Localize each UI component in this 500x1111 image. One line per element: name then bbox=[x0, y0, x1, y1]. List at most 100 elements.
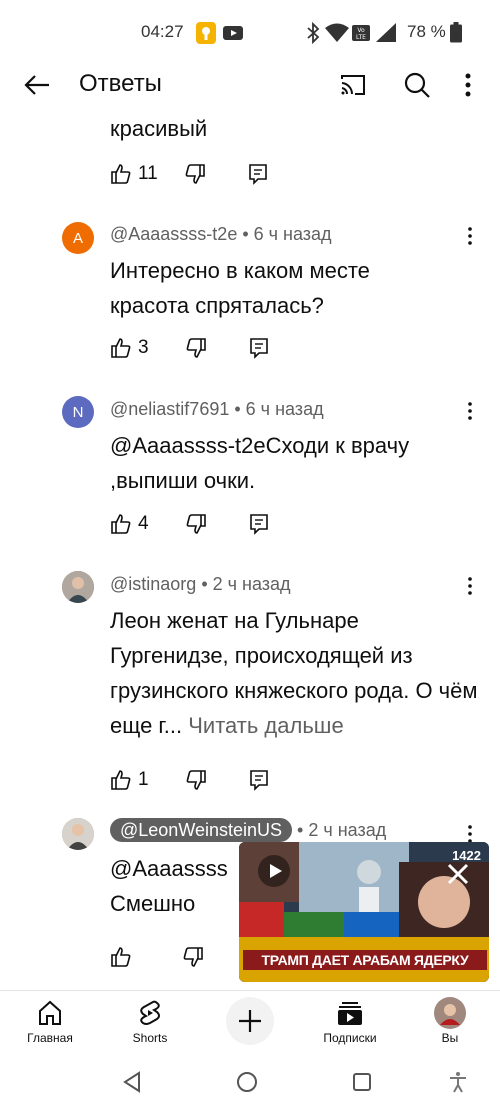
back-arrow-icon[interactable] bbox=[22, 70, 52, 100]
subscriptions-icon bbox=[338, 1002, 362, 1025]
wifi-icon bbox=[325, 22, 349, 49]
reply-comment-icon bbox=[249, 514, 268, 535]
user-photo-icon bbox=[62, 818, 94, 850]
thumb-down-icon bbox=[186, 338, 206, 358]
nav-subscriptions[interactable]: Подписки bbox=[310, 991, 390, 1055]
video-title-caption: ТРАМП ДАЕТ АРАБАМ ЯДЕРКУ bbox=[243, 950, 487, 970]
create-plus-icon bbox=[239, 1010, 261, 1032]
avatar[interactable]: N bbox=[62, 396, 94, 428]
comment-actions: 3 bbox=[110, 334, 269, 362]
thumb-up-icon bbox=[111, 338, 131, 358]
play-icon[interactable] bbox=[257, 854, 291, 888]
dislike-button[interactable] bbox=[182, 946, 204, 968]
thumb-down-icon bbox=[183, 947, 203, 967]
like-button[interactable]: 4 bbox=[110, 513, 149, 535]
nav-home[interactable]: Главная bbox=[10, 991, 90, 1055]
like-button[interactable]: 3 bbox=[110, 337, 149, 359]
comment-more-icon[interactable] bbox=[462, 224, 478, 248]
reply-comment-icon bbox=[249, 770, 268, 791]
thumb-down-icon bbox=[185, 164, 205, 184]
like-count: 11 bbox=[138, 163, 158, 184]
reply-button[interactable] bbox=[249, 337, 269, 359]
comment-author[interactable]: @Aaaassss-t2e bbox=[110, 224, 237, 244]
nav-label: Подписки bbox=[323, 1031, 377, 1045]
battery-percent: 78 % bbox=[407, 22, 446, 41]
home-nav-icon[interactable] bbox=[235, 1070, 259, 1094]
comment-text: Леон женат на Гульнаре Гургенидзе, проис… bbox=[110, 603, 480, 743]
reply-button[interactable] bbox=[249, 769, 269, 791]
nav-you[interactable]: Вы bbox=[410, 991, 490, 1055]
like-count: 3 bbox=[138, 337, 149, 358]
comment-text: Интересно в каком месте красота спрятала… bbox=[110, 258, 370, 318]
comment-time: 2 ч назад bbox=[308, 820, 387, 840]
comment-meta: @LeonWeinsteinUS • 2 ч назад bbox=[110, 818, 387, 842]
battery-icon bbox=[450, 22, 462, 49]
nav-label: Вы bbox=[441, 1031, 459, 1045]
dislike-button[interactable] bbox=[184, 163, 206, 185]
reply-button[interactable] bbox=[249, 513, 269, 535]
dislike-button[interactable] bbox=[185, 513, 207, 535]
status-time: 04:27 bbox=[141, 22, 184, 41]
recents-nav-icon[interactable] bbox=[350, 1070, 374, 1094]
comment-time: 6 ч назад bbox=[253, 224, 332, 244]
previous-comment-actions: 11 bbox=[110, 160, 268, 188]
avatar[interactable] bbox=[62, 571, 94, 603]
comment-meta: @Aaaassss-t2e • 6 ч назад bbox=[110, 224, 332, 244]
svg-text:LTE: LTE bbox=[356, 34, 366, 41]
comment-author[interactable]: @istinaorg bbox=[110, 574, 196, 594]
comment-actions bbox=[110, 943, 204, 971]
comment-author[interactable]: @LeonWeinsteinUS bbox=[110, 818, 293, 842]
shorts-icon bbox=[140, 1000, 160, 1025]
back-nav-icon[interactable] bbox=[121, 1070, 145, 1094]
like-button[interactable]: 1 bbox=[110, 769, 149, 791]
accessibility-icon[interactable] bbox=[446, 1070, 470, 1094]
thumb-down-icon bbox=[186, 770, 206, 790]
signal-icon bbox=[376, 22, 398, 49]
notification-icon bbox=[196, 22, 216, 49]
like-button[interactable] bbox=[110, 946, 132, 968]
search-icon[interactable] bbox=[402, 70, 432, 100]
read-more-link[interactable]: Читать дальше bbox=[188, 713, 343, 738]
thumb-up-icon bbox=[111, 770, 131, 790]
bottom-navigation: Главная Shorts Подписки Вы bbox=[0, 990, 500, 1054]
dislike-button[interactable] bbox=[185, 337, 207, 359]
comment-meta: @neliastif7691 • 6 ч назад bbox=[110, 399, 324, 419]
reply-button[interactable] bbox=[248, 163, 268, 185]
comment-more-icon[interactable] bbox=[462, 574, 478, 598]
thumb-up-icon bbox=[111, 947, 131, 967]
svg-text:Vo: Vo bbox=[357, 27, 365, 34]
thumb-up-icon bbox=[111, 164, 131, 184]
system-navigation-bar bbox=[0, 1054, 500, 1111]
page-title: Ответы bbox=[79, 70, 162, 97]
like-count: 4 bbox=[138, 513, 149, 534]
thumb-up-icon bbox=[111, 514, 131, 534]
reply-comment-icon bbox=[248, 164, 267, 185]
more-vert-icon[interactable] bbox=[458, 70, 478, 100]
comment-actions: 1 bbox=[110, 766, 269, 794]
comment-more-icon[interactable] bbox=[462, 399, 478, 423]
comment-author[interactable]: @neliastif7691 bbox=[110, 399, 229, 419]
comment-time: 6 ч назад bbox=[245, 399, 324, 419]
status-bar: 04:27 Vo LTE 78 % bbox=[0, 0, 500, 66]
previous-comment-text: красивый bbox=[110, 116, 208, 141]
home-icon bbox=[39, 1000, 61, 1025]
profile-avatar bbox=[434, 997, 466, 1029]
mini-player[interactable]: 1422 ТРАМП ДАЕТ АРАБАМ ЯДЕРКУ bbox=[239, 842, 489, 982]
thumb-down-icon bbox=[186, 514, 206, 534]
volte-icon: Vo LTE bbox=[352, 22, 370, 49]
close-icon[interactable] bbox=[444, 860, 472, 888]
comment-meta: @istinaorg • 2 ч назад bbox=[110, 574, 291, 594]
nav-label: Главная bbox=[27, 1031, 73, 1045]
avatar[interactable]: A bbox=[62, 222, 94, 254]
create-button[interactable] bbox=[226, 997, 274, 1045]
like-button[interactable]: 11 bbox=[110, 163, 158, 185]
comment-actions: 4 bbox=[110, 510, 269, 538]
youtube-icon bbox=[222, 22, 244, 49]
nav-shorts[interactable]: Shorts bbox=[110, 991, 190, 1055]
user-photo-icon bbox=[62, 571, 94, 603]
avatar[interactable] bbox=[62, 818, 94, 850]
nav-label: Shorts bbox=[132, 1031, 168, 1045]
app-header: Ответы bbox=[0, 62, 500, 108]
cast-icon[interactable] bbox=[338, 70, 368, 100]
dislike-button[interactable] bbox=[185, 769, 207, 791]
